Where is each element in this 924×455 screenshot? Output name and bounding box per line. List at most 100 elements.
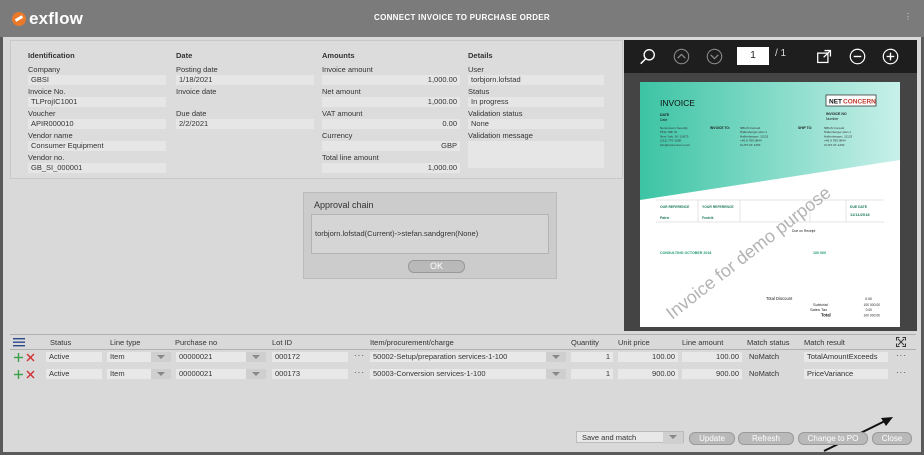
change-to-po-button[interactable]: Change to PO bbox=[798, 432, 868, 445]
approval-chain-text: torbjorn.lofstad(Current)->stefan.sandgr… bbox=[315, 229, 479, 238]
hamburger-menu-icon[interactable] bbox=[13, 337, 25, 347]
invoice-header-panel: Identification Company GBSI Invoice No. … bbox=[10, 40, 623, 179]
vendor-name-field[interactable]: Consumer Equipment bbox=[28, 141, 166, 151]
match-result-cell[interactable]: TotalAmountExceeds bbox=[804, 352, 888, 362]
lot-lookup-button[interactable]: ··· bbox=[354, 351, 365, 360]
add-line-icon[interactable] bbox=[14, 353, 23, 362]
line-type-dropdown-icon[interactable] bbox=[151, 352, 171, 362]
item-select[interactable]: 50003-Conversion services-1-100 bbox=[370, 369, 546, 379]
total-value: 100 000.00 bbox=[863, 314, 880, 318]
company-field[interactable]: GBSI bbox=[28, 75, 166, 85]
lot-lookup-button[interactable]: ··· bbox=[354, 368, 365, 377]
status-field[interactable]: In progress bbox=[468, 97, 604, 107]
open-external-icon[interactable] bbox=[816, 48, 833, 65]
approval-chain-title: Approval chain bbox=[314, 200, 374, 210]
purchase-no-select[interactable]: 00000021 bbox=[176, 369, 246, 379]
zoom-in-icon[interactable] bbox=[882, 48, 899, 65]
user-field[interactable]: torbjorn.lofstad bbox=[468, 75, 604, 85]
item-select[interactable]: 50002-Setup/preparation services-1-100 bbox=[370, 352, 546, 362]
total-discount-value: 0.00 bbox=[865, 297, 872, 301]
amounts-header: Amounts bbox=[322, 51, 355, 60]
voucher-field[interactable]: APIR000010 bbox=[28, 119, 166, 129]
status-cell[interactable]: Active bbox=[46, 369, 102, 379]
col-header-unit-price[interactable]: Unit price bbox=[618, 338, 650, 347]
vat-amount-field[interactable]: 0.00 bbox=[322, 119, 460, 129]
col-header-purchase-no[interactable]: Purchase no bbox=[175, 338, 217, 347]
line-type-select[interactable]: Item bbox=[107, 369, 151, 379]
col-header-quantity[interactable]: Quantity bbox=[571, 338, 599, 347]
window-menu-icon[interactable]: ⋮ bbox=[904, 12, 912, 21]
quantity-field[interactable]: 1 bbox=[571, 369, 613, 379]
due-date-field[interactable]: 2/2/2021 bbox=[176, 119, 314, 129]
invoice-date-field[interactable] bbox=[176, 97, 314, 107]
purchase-no-dropdown-icon[interactable] bbox=[246, 352, 266, 362]
page-number-input[interactable]: 1 bbox=[737, 47, 769, 65]
row-more-button[interactable]: ··· bbox=[896, 351, 907, 360]
remove-line-icon[interactable] bbox=[26, 370, 35, 379]
page-down-icon[interactable] bbox=[706, 48, 723, 65]
col-header-item[interactable]: Item/procurement/charge bbox=[370, 338, 454, 347]
purchase-no-select[interactable]: 00000021 bbox=[176, 352, 246, 362]
voucher-label: Voucher bbox=[28, 109, 56, 118]
line-amount-field[interactable]: 900.00 bbox=[682, 369, 742, 379]
col-header-lot-id[interactable]: Lot ID bbox=[272, 338, 292, 347]
save-mode-select[interactable]: Save and match bbox=[576, 431, 684, 444]
match-status-cell: NoMatch bbox=[749, 352, 780, 361]
our-reference-label: OUR REFERENCE bbox=[660, 205, 690, 209]
page-up-icon[interactable] bbox=[673, 48, 690, 65]
dialog-content: Identification Company GBSI Invoice No. … bbox=[3, 37, 921, 452]
save-mode-dropdown-icon[interactable] bbox=[663, 432, 683, 444]
company-label: Company bbox=[28, 65, 61, 74]
ok-button[interactable]: OK bbox=[408, 260, 465, 273]
item-dropdown-icon[interactable] bbox=[546, 352, 566, 362]
remove-line-icon[interactable] bbox=[26, 353, 35, 362]
lot-id-cell[interactable]: 000173 bbox=[272, 369, 348, 379]
grid-header-row: Status Line type Purchase no Lot ID Item… bbox=[10, 334, 916, 350]
invoice-date-label: Invoice date bbox=[176, 87, 217, 96]
add-line-icon[interactable] bbox=[14, 370, 23, 379]
invoice-amount-field[interactable]: 1,000.00 bbox=[322, 75, 460, 85]
line-type-dropdown-icon[interactable] bbox=[151, 369, 171, 379]
update-button[interactable]: Update bbox=[689, 432, 735, 445]
search-icon[interactable] bbox=[639, 48, 656, 65]
col-header-status[interactable]: Status bbox=[50, 338, 71, 347]
purchase-no-dropdown-icon[interactable] bbox=[246, 369, 266, 379]
table-row[interactable]: Active Item 00000021 000173 ··· 50003-Co… bbox=[10, 367, 916, 381]
row-more-button[interactable]: ··· bbox=[896, 368, 907, 377]
unit-price-field[interactable]: 100.00 bbox=[618, 352, 678, 362]
vendor-name-label: Vendor name bbox=[28, 131, 73, 140]
expand-icon[interactable] bbox=[896, 337, 906, 347]
total-line-field[interactable]: 1,000.00 bbox=[322, 163, 460, 173]
net-amount-field[interactable]: 1,000.00 bbox=[322, 97, 460, 107]
zoom-out-icon[interactable] bbox=[849, 48, 866, 65]
line-type-select[interactable]: Item bbox=[107, 352, 151, 362]
invoice-no-field[interactable]: TLProjIC1001 bbox=[28, 97, 166, 107]
total-discount-label: Total Discount bbox=[766, 296, 793, 301]
close-button[interactable]: Close bbox=[872, 432, 912, 445]
vendor-no-field[interactable]: GB_SI_000001 bbox=[28, 163, 166, 173]
match-result-cell[interactable]: PriceVariance bbox=[804, 369, 888, 379]
validation-status-field[interactable]: None bbox=[468, 119, 604, 129]
title-bar: exflow CONNECT INVOICE TO PURCHASE ORDER… bbox=[0, 0, 924, 37]
unit-price-field[interactable]: 900.00 bbox=[618, 369, 678, 379]
table-row[interactable]: Active Item 00000021 000172 ··· 50002-Se… bbox=[10, 350, 916, 364]
lot-id-cell[interactable]: 000172 bbox=[272, 352, 348, 362]
quantity-field[interactable]: 1 bbox=[571, 352, 613, 362]
col-header-line-type[interactable]: Line type bbox=[110, 338, 140, 347]
your-reference-label: YOUR REFERENCE bbox=[702, 205, 734, 209]
amounts-section: Amounts Invoice amount 1,000.00 Net amou… bbox=[322, 51, 460, 174]
user-label: User bbox=[468, 65, 484, 74]
col-header-line-amount[interactable]: Line amount bbox=[682, 338, 723, 347]
currency-field[interactable]: GBP bbox=[322, 141, 460, 151]
invoice-amount-label: Invoice amount bbox=[322, 65, 373, 74]
refresh-button[interactable]: Refresh bbox=[738, 432, 794, 445]
validation-message-field[interactable] bbox=[468, 141, 604, 168]
posting-date-field[interactable]: 1/18/2021 bbox=[176, 75, 314, 85]
due-date-title: DUE DATE bbox=[850, 205, 868, 209]
col-header-match-status[interactable]: Match status bbox=[747, 338, 790, 347]
col-header-match-result[interactable]: Match result bbox=[804, 338, 845, 347]
status-cell[interactable]: Active bbox=[46, 352, 102, 362]
line-amount-field[interactable]: 100.00 bbox=[682, 352, 742, 362]
posting-date-label: Posting date bbox=[176, 65, 218, 74]
item-dropdown-icon[interactable] bbox=[546, 369, 566, 379]
